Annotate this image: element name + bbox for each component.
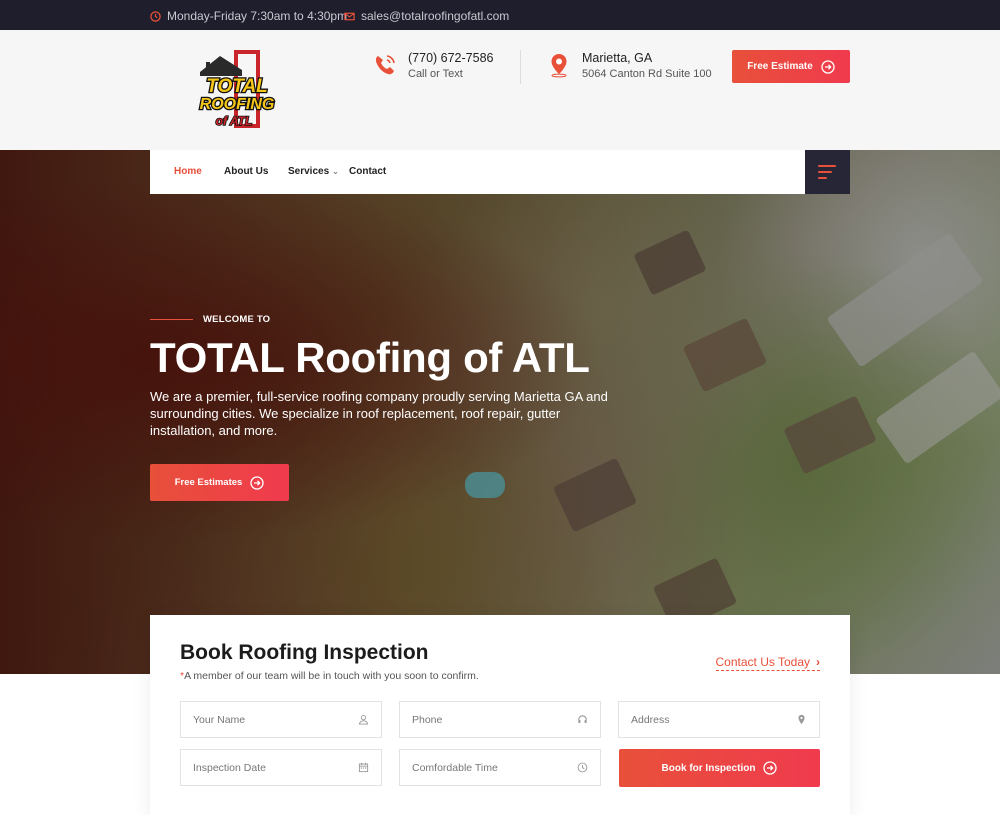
book-inspection-button[interactable]: Book for Inspection [619,749,820,787]
inspection-date-input[interactable]: Inspection Date [180,749,382,786]
address-placeholder: Address [631,713,670,726]
arrow-circle-right-icon [763,761,778,775]
book-inspection-label: Book for Inspection [661,762,756,774]
free-estimate-button[interactable]: Free Estimate [732,50,850,83]
hero-bg-roof [783,395,877,475]
hero-bg-pool [465,472,505,498]
map-marker-icon [798,714,805,725]
contact-us-link[interactable]: Contact Us Today › [715,655,820,671]
preferred-time-placeholder: Comfordable Time [412,761,498,774]
nav-home[interactable]: Home [174,166,202,177]
hero-bg-roof [552,457,638,533]
clock-icon [577,762,588,773]
welcome-tagline: WELCOME TO [150,314,270,325]
booking-note: *A member of our team will be in touch w… [180,670,479,682]
menu-bar-icon [818,165,836,167]
site-header: TOTAL ROOFING of ATL (770) 672-7586 Call… [0,30,1000,150]
booking-title: Book Roofing Inspection [180,641,429,664]
arrow-circle-right-icon [821,59,835,74]
name-placeholder: Your Name [193,713,246,726]
hero-bg-roof [682,317,768,393]
main-nav: Home About Us Services ⌄ Contact [150,150,850,194]
user-icon [358,715,369,725]
phone-input[interactable]: Phone [399,701,601,738]
company-logo[interactable]: TOTAL ROOFING of ATL [190,48,284,132]
email-info[interactable]: sales@totalroofingofatl.com [344,9,509,23]
address-input[interactable]: Address [618,701,820,738]
chevron-down-icon: ⌄ [332,167,339,176]
location-info: Marietta, GA 5064 Canton Rd Suite 100 [546,50,712,82]
nav-about-us[interactable]: About Us [224,166,268,177]
headset-icon [578,715,587,723]
clock-icon [150,10,161,22]
hero-bg-roof [633,229,707,296]
hero-section: Home About Us Services ⌄ Contact WELCOME … [0,150,1000,674]
nav-contact[interactable]: Contact [349,166,386,177]
phone-subtext: Call or Text [408,68,463,80]
nav-services-label: Services [288,166,330,177]
booking-card: Book Roofing Inspection *A member of our… [150,615,850,815]
location-address: 5064 Canton Rd Suite 100 [582,68,712,80]
location-city: Marietta, GA [582,51,653,65]
free-estimates-label: Free Estimates [174,477,243,488]
menu-bar-icon [818,171,832,173]
header-divider [520,50,521,84]
phone-number[interactable]: (770) 672-7586 [408,50,493,66]
preferred-time-input[interactable]: Comfordable Time [399,749,601,786]
hours-info: Monday-Friday 7:30am to 4:30pm [150,9,347,23]
tagline-line [150,319,193,320]
free-estimate-label: Free Estimate [747,61,813,72]
mail-icon [344,12,355,20]
arrow-circle-right-icon [250,475,264,490]
nav-services[interactable]: Services ⌄ [288,166,339,177]
phone-info[interactable]: (770) 672-7586 Call or Text [372,50,493,82]
map-pin-icon [551,54,567,78]
menu-toggle-button[interactable] [805,150,850,194]
phone-placeholder: Phone [412,713,443,726]
hero-bg-roof [826,232,984,368]
svg-text:of ATL: of ATL [216,114,253,128]
booking-note-text: A member of our team will be in touch wi… [184,670,479,682]
phone-icon [375,55,395,75]
free-estimates-button[interactable]: Free Estimates [150,464,289,501]
hours-text: Monday-Friday 7:30am to 4:30pm [167,9,348,23]
hero-description: We are a premier, full-service roofing c… [150,389,608,438]
svg-text:TOTAL: TOTAL [206,76,268,97]
inspection-date-placeholder: Inspection Date [193,761,266,774]
hero-bg-roof [875,350,1000,465]
menu-bar-icon [818,177,827,179]
svg-text:ROOFING: ROOFING [200,96,275,113]
top-bar: Monday-Friday 7:30am to 4:30pm sales@tot… [0,0,1000,30]
email-link[interactable]: sales@totalroofingofatl.com [361,9,509,23]
name-input[interactable]: Your Name [180,701,382,738]
hero-title: TOTAL Roofing of ATL [150,334,590,381]
contact-us-label: Contact Us Today [715,655,811,669]
calendar-icon [358,762,369,773]
chevron-right-icon: › [816,655,820,669]
welcome-text: WELCOME TO [203,314,271,325]
